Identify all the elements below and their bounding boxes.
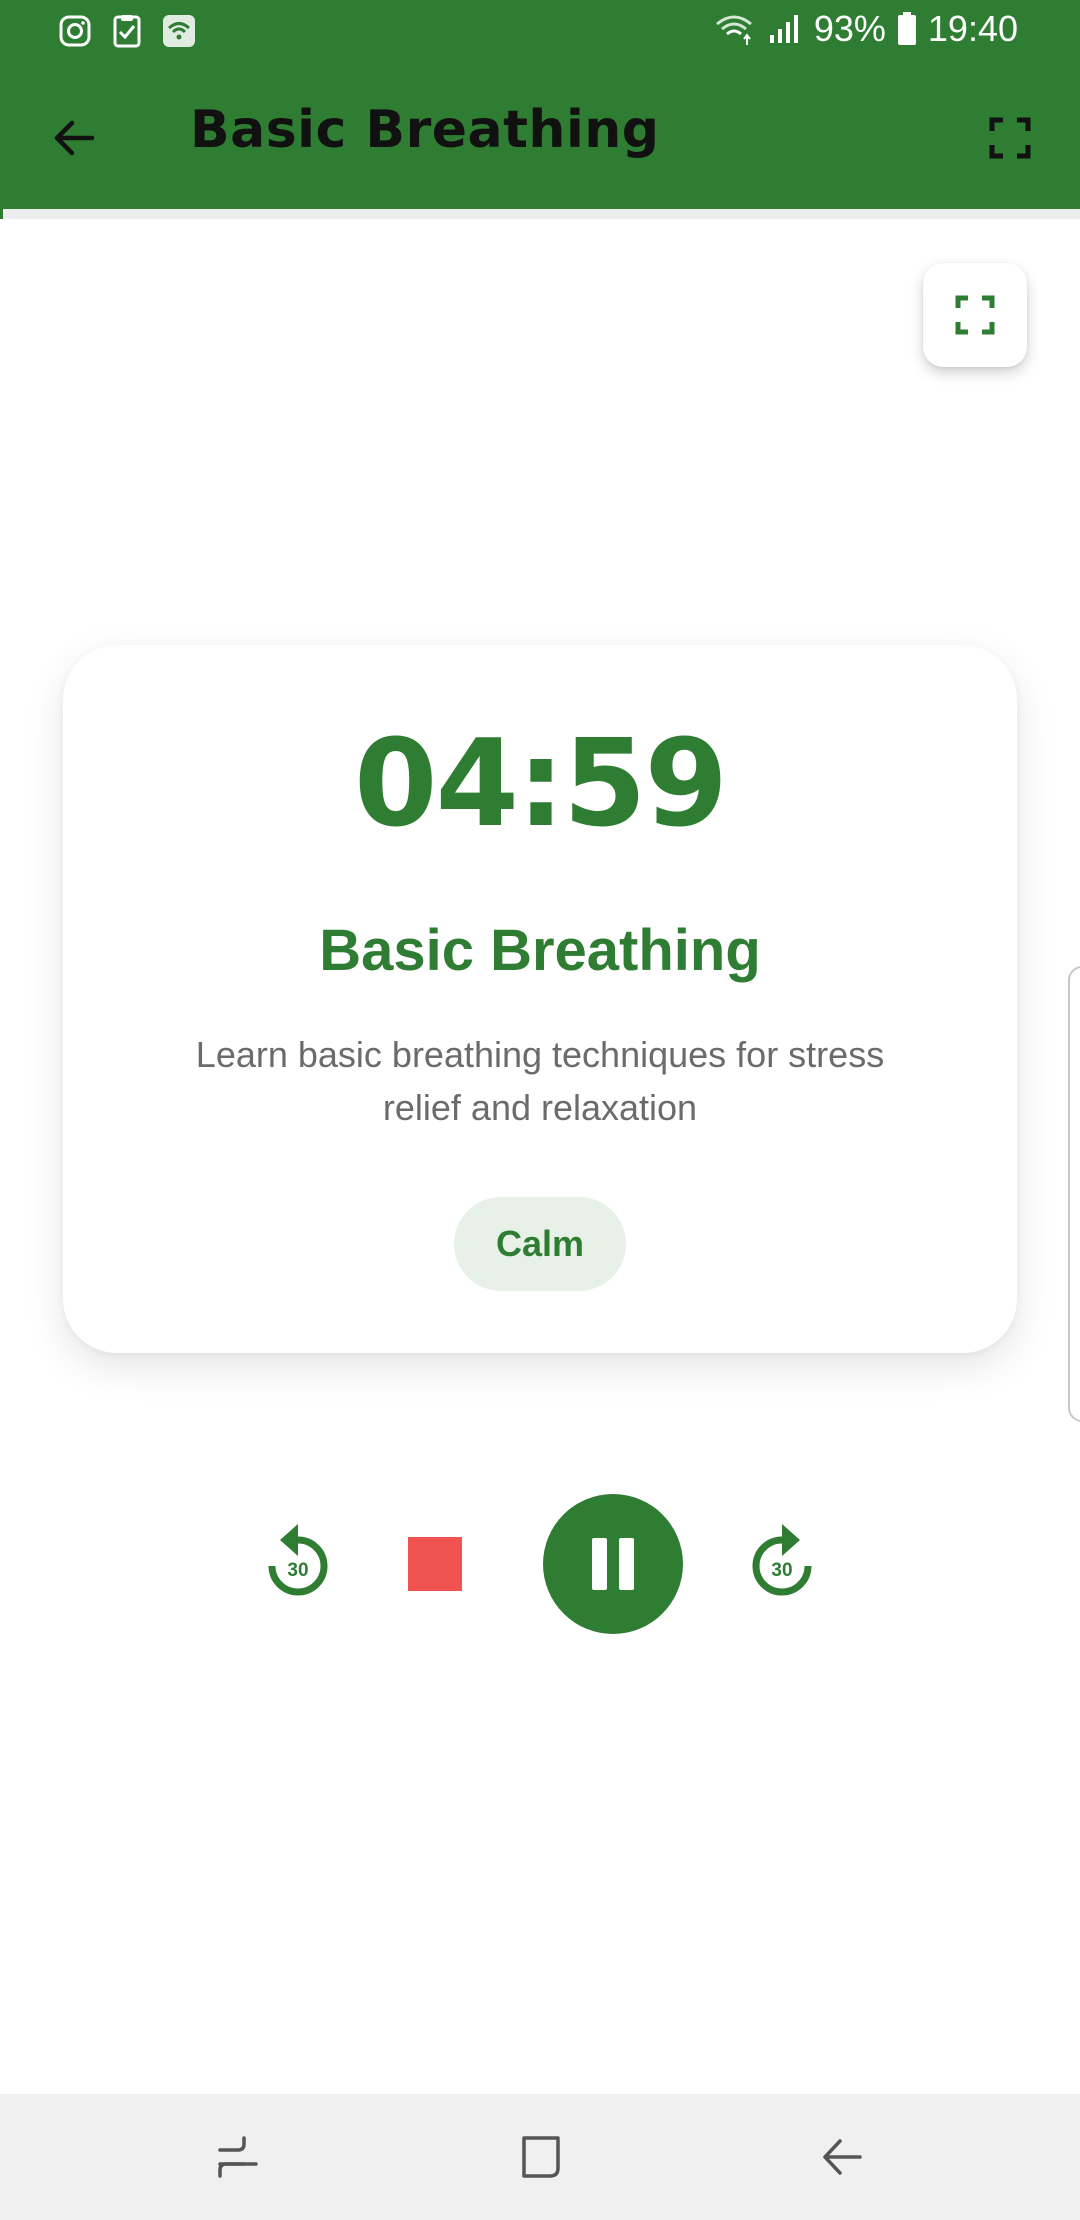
session-progress-bar [0,209,1080,219]
session-card: 04:59 Basic Breathing Learn basic breath… [63,645,1017,1353]
fullscreen-toggle-button[interactable] [923,263,1027,367]
pause-icon [592,1538,634,1590]
mood-tag-chip: Calm [454,1197,626,1291]
status-bar: 93% 19:40 [0,0,1080,64]
cell-signal-icon [769,15,798,43]
fullscreen-icon [955,295,995,335]
screen: 93% 19:40 Basic Breathing 04:59 Basic Br… [0,0,1080,2220]
rewind-30-button[interactable]: 30 [262,1520,334,1600]
clock: 19:40 [927,8,1018,49]
checklist-icon [113,15,141,48]
back-button[interactable] [44,108,104,168]
session-title: Basic Breathing [319,918,761,983]
instagram-icon [59,15,91,47]
pause-button[interactable] [543,1494,683,1634]
session-description: Learn basic breathing techniques for str… [195,1034,885,1128]
timer-display: 04:59 [354,715,728,854]
wifi-signal-icon [715,15,752,45]
arrow-left-icon [54,120,95,156]
page-title: Basic Breathing [190,100,660,160]
home-icon [522,2136,560,2178]
system-nav-bar [0,2094,1080,2220]
forward-30-button[interactable]: 30 [746,1520,818,1600]
battery-percent: 93% [813,8,886,49]
nav-back-button[interactable] [808,2122,878,2192]
status-notification-icons [58,14,196,48]
rewind-icon: 30 [268,1524,328,1596]
wifi-app-icon [163,15,195,47]
home-button[interactable] [506,2122,576,2192]
status-system-icons: 93% 19:40 [714,8,1018,50]
back-icon [823,2139,862,2175]
edge-panel-handle[interactable] [1068,966,1080,1422]
stop-button[interactable] [408,1537,462,1591]
stop-icon [408,1537,462,1591]
rewind-seconds-label: 30 [287,1560,308,1581]
recents-icon [218,2136,258,2178]
forward-seconds-label: 30 [771,1560,792,1581]
battery-icon [897,12,916,45]
recents-button[interactable] [204,2122,274,2192]
fullscreen-button[interactable] [980,108,1040,168]
session-progress-fill [0,209,4,219]
forward-icon: 30 [752,1524,812,1596]
app-bar: Basic Breathing [0,64,1080,209]
fullscreen-icon [989,117,1031,159]
